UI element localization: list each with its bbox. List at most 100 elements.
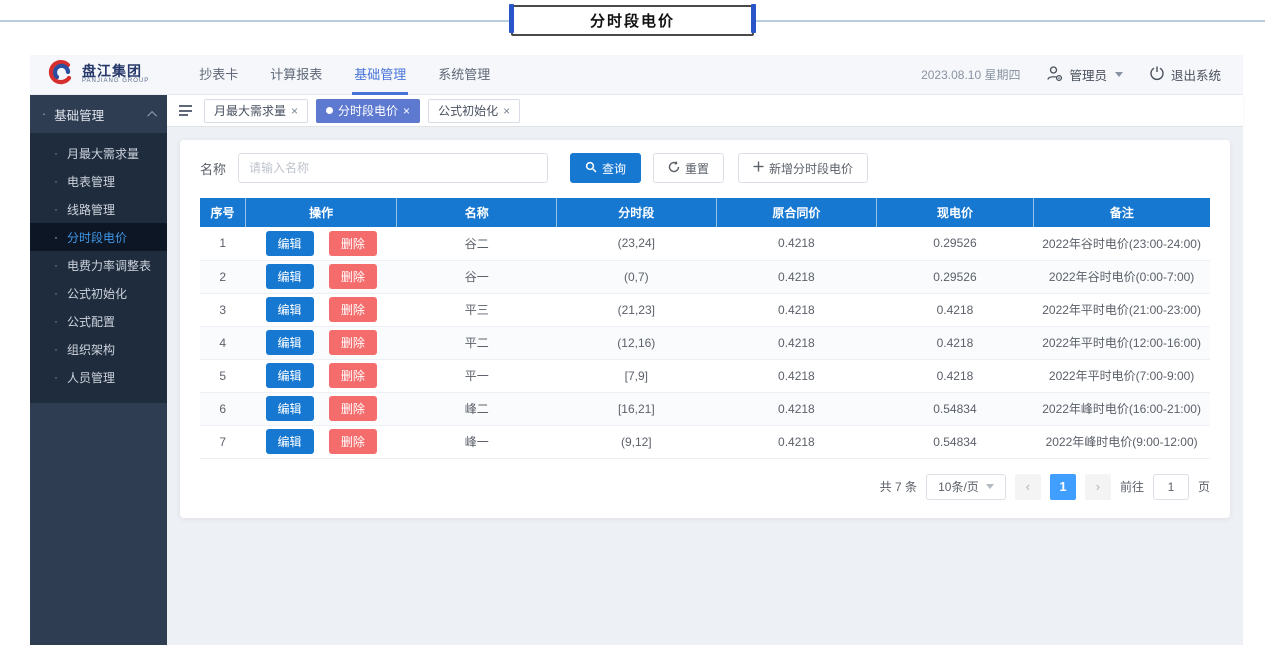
delete-button[interactable]: 删除 — [329, 264, 377, 289]
chevron-down-icon — [986, 484, 994, 489]
prev-page-button[interactable]: ‹ — [1015, 474, 1041, 500]
name-field-label: 名称 — [200, 159, 226, 178]
tab-label: 分时段电价 — [338, 102, 398, 119]
delete-button[interactable]: 删除 — [329, 396, 377, 421]
annotation-title: 分时段电价 — [590, 10, 675, 31]
edit-button[interactable]: 编辑 — [266, 231, 314, 256]
sidebar-item-label: 月最大需求量 — [67, 145, 139, 162]
row-index: 6 — [200, 392, 245, 425]
bullet-icon: · — [54, 342, 58, 356]
next-page-button[interactable]: › — [1085, 474, 1111, 500]
logo-title: 盘江集团 — [82, 64, 149, 78]
edit-button[interactable]: 编辑 — [266, 297, 314, 322]
sidebar-item-personnel[interactable]: · 人员管理 — [30, 363, 167, 391]
edit-button[interactable]: 编辑 — [266, 330, 314, 355]
sidebar-item-org-structure[interactable]: · 组织架构 — [30, 335, 167, 363]
sidebar-item-formula-init[interactable]: · 公式初始化 — [30, 279, 167, 307]
user-icon — [1046, 65, 1063, 85]
content-area: 名称 查询 — [167, 127, 1243, 645]
tabbar: 月最大需求量 × 分时段电价 × 公式初始化 × — [167, 95, 1243, 127]
edit-button[interactable]: 编辑 — [266, 429, 314, 454]
sidebar-item-label: 组织架构 — [67, 341, 115, 358]
goto-page-input[interactable] — [1153, 474, 1189, 500]
logout-label: 退出系统 — [1171, 65, 1221, 84]
row-contract-price: 0.4218 — [716, 359, 877, 392]
nav-item-meter-card[interactable]: 抄表卡 — [183, 55, 254, 95]
row-name: 平三 — [397, 293, 557, 326]
sidebar-item-time-of-use-price[interactable]: · 分时段电价 — [30, 223, 167, 251]
row-period: (0,7) — [557, 260, 717, 293]
col-period: 分时段 — [557, 198, 717, 227]
goto-suffix: 页 — [1198, 478, 1210, 495]
active-tab-dot — [326, 107, 333, 114]
close-icon[interactable]: × — [403, 105, 410, 117]
current-date: 2023.08.10 星期四 — [921, 66, 1020, 83]
row-index: 7 — [200, 425, 245, 458]
row-period: [16,21] — [557, 392, 717, 425]
nav-item-basic-management[interactable]: 基础管理 — [338, 55, 422, 95]
annotation-right-handle[interactable] — [751, 4, 756, 33]
row-current-price: 0.29526 — [877, 227, 1034, 260]
close-icon[interactable]: × — [291, 105, 298, 117]
bullet-icon: · — [54, 174, 58, 188]
collapse-menu-icon[interactable] — [179, 105, 192, 116]
tab-label: 月最大需求量 — [214, 102, 286, 119]
page-1-button[interactable]: 1 — [1050, 474, 1076, 500]
user-menu[interactable]: 管理员 — [1046, 65, 1123, 85]
tab-time-of-use-price[interactable]: 分时段电价 × — [316, 99, 420, 123]
delete-button[interactable]: 删除 — [329, 297, 377, 322]
app-header: 盘江集团 PANJIANG GROUP 抄表卡 计算报表 基础管理 系统管理 2… — [30, 55, 1243, 95]
row-actions: 编辑 删除 — [245, 326, 397, 359]
name-search-input[interactable] — [238, 153, 548, 183]
query-button[interactable]: 查询 — [570, 153, 641, 183]
close-icon[interactable]: × — [503, 105, 510, 117]
table-row: 5 编辑 删除 平一 [7,9] 0.4218 0.4218 2022年平时电价… — [200, 359, 1210, 392]
add-time-of-use-price-button[interactable]: 新增分时段电价 — [738, 153, 868, 183]
edit-button[interactable]: 编辑 — [266, 396, 314, 421]
edit-button[interactable]: 编辑 — [266, 264, 314, 289]
pagination: 共 7 条 10条/页 ‹ 1 › 前往 页 — [200, 474, 1210, 500]
total-count: 共 7 条 — [880, 478, 917, 495]
tab-formula-init[interactable]: 公式初始化 × — [428, 99, 520, 123]
delete-button[interactable]: 删除 — [329, 231, 377, 256]
logout-button[interactable]: 退出系统 — [1149, 65, 1221, 84]
bullet-icon: · — [54, 258, 58, 272]
content-card: 名称 查询 — [180, 140, 1230, 518]
delete-button[interactable]: 删除 — [329, 363, 377, 388]
chevron-up-icon — [147, 110, 157, 120]
table-row: 2 编辑 删除 谷一 (0,7) 0.4218 0.29526 2022年谷时电… — [200, 260, 1210, 293]
price-table: 序号 操作 名称 分时段 原合同价 现电价 备注 1 — [200, 198, 1210, 459]
sidebar-item-monthly-max-demand[interactable]: · 月最大需求量 — [30, 139, 167, 167]
row-name: 谷二 — [397, 227, 557, 260]
logo[interactable]: 盘江集团 PANJIANG GROUP — [48, 59, 149, 91]
row-remark: 2022年平时电价(7:00-9:00) — [1033, 359, 1210, 392]
reset-button[interactable]: 重置 — [653, 153, 724, 183]
edit-button[interactable]: 编辑 — [266, 363, 314, 388]
row-index: 4 — [200, 326, 245, 359]
sidebar-item-label: 公式初始化 — [67, 285, 127, 302]
delete-button[interactable]: 删除 — [329, 429, 377, 454]
power-icon — [1149, 65, 1165, 84]
sidebar-root-basic-management[interactable]: · 基础管理 — [30, 95, 167, 133]
row-actions: 编辑 删除 — [245, 359, 397, 392]
sidebar-item-label: 电表管理 — [67, 173, 115, 190]
page-size-select[interactable]: 10条/页 — [926, 474, 1006, 500]
sidebar-item-formula-config[interactable]: · 公式配置 — [30, 307, 167, 335]
sidebar-item-line-management[interactable]: · 线路管理 — [30, 195, 167, 223]
row-name: 峰二 — [397, 392, 557, 425]
sidebar-item-power-factor-table[interactable]: · 电费力率调整表 — [30, 251, 167, 279]
nav-item-reports[interactable]: 计算报表 — [254, 55, 338, 95]
tab-monthly-max-demand[interactable]: 月最大需求量 × — [204, 99, 308, 123]
sidebar-item-meter-management[interactable]: · 电表管理 — [30, 167, 167, 195]
nav-item-system-management[interactable]: 系统管理 — [422, 55, 506, 95]
annotation-left-handle[interactable] — [509, 4, 514, 33]
reset-label: 重置 — [685, 160, 709, 177]
logo-subtitle: PANJIANG GROUP — [82, 78, 149, 85]
row-remark: 2022年平时电价(12:00-16:00) — [1033, 326, 1210, 359]
refresh-icon — [668, 161, 680, 176]
row-contract-price: 0.4218 — [716, 392, 877, 425]
delete-button[interactable]: 删除 — [329, 330, 377, 355]
plus-icon — [753, 161, 764, 175]
row-actions: 编辑 删除 — [245, 425, 397, 458]
row-current-price: 0.29526 — [877, 260, 1034, 293]
